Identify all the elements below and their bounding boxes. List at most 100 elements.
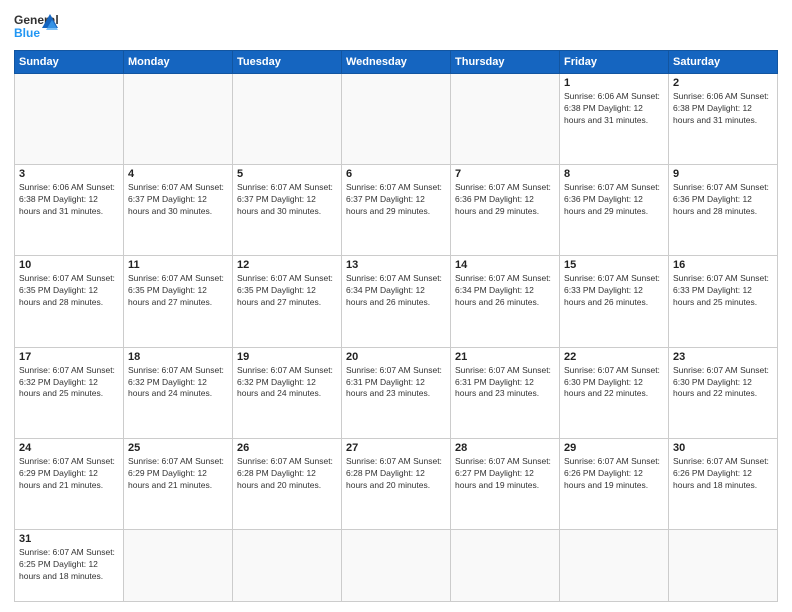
day-info: Sunrise: 6:07 AM Sunset: 6:26 PM Dayligh… xyxy=(564,456,664,492)
day-info: Sunrise: 6:06 AM Sunset: 6:38 PM Dayligh… xyxy=(673,91,773,127)
page: General Blue SundayMondayTuesdayWednesda… xyxy=(0,0,792,612)
calendar-cell xyxy=(124,74,233,165)
calendar-cell xyxy=(560,530,669,602)
day-info: Sunrise: 6:07 AM Sunset: 6:34 PM Dayligh… xyxy=(346,273,446,309)
calendar-cell: 17 Sunrise: 6:07 AM Sunset: 6:32 PM Dayli… xyxy=(15,347,124,438)
calendar-cell: 8 Sunrise: 6:07 AM Sunset: 6:36 PM Daylig… xyxy=(560,165,669,256)
calendar-cell xyxy=(124,530,233,602)
day-info: Sunrise: 6:07 AM Sunset: 6:31 PM Dayligh… xyxy=(455,365,555,401)
day-number: 26 xyxy=(237,442,337,454)
day-number: 15 xyxy=(564,259,664,271)
weekday-header-wednesday: Wednesday xyxy=(342,51,451,74)
day-number: 11 xyxy=(128,259,228,271)
calendar-week-row: 31 Sunrise: 6:07 AM Sunset: 6:25 PM Dayli… xyxy=(15,530,778,602)
calendar-cell: 19 Sunrise: 6:07 AM Sunset: 6:32 PM Dayli… xyxy=(233,347,342,438)
calendar-cell: 9Sunrise: 6:07 AM Sunset: 6:36 PM Daylig… xyxy=(669,165,778,256)
day-info: Sunrise: 6:07 AM Sunset: 6:30 PM Dayligh… xyxy=(564,365,664,401)
day-info: Sunrise: 6:07 AM Sunset: 6:37 PM Dayligh… xyxy=(128,182,228,218)
day-number: 14 xyxy=(455,259,555,271)
day-info: Sunrise: 6:07 AM Sunset: 6:28 PM Dayligh… xyxy=(237,456,337,492)
day-info: Sunrise: 6:07 AM Sunset: 6:25 PM Dayligh… xyxy=(19,547,119,583)
day-info: Sunrise: 6:07 AM Sunset: 6:37 PM Dayligh… xyxy=(237,182,337,218)
day-info: Sunrise: 6:07 AM Sunset: 6:32 PM Dayligh… xyxy=(128,365,228,401)
day-info: Sunrise: 6:07 AM Sunset: 6:32 PM Dayligh… xyxy=(237,365,337,401)
calendar-cell xyxy=(451,74,560,165)
calendar-cell: 6 Sunrise: 6:07 AM Sunset: 6:37 PM Daylig… xyxy=(342,165,451,256)
day-info: Sunrise: 6:07 AM Sunset: 6:30 PM Dayligh… xyxy=(673,365,773,401)
day-info: Sunrise: 6:07 AM Sunset: 6:35 PM Dayligh… xyxy=(19,273,119,309)
day-number: 16 xyxy=(673,259,773,271)
day-number: 19 xyxy=(237,351,337,363)
calendar-cell: 28 Sunrise: 6:07 AM Sunset: 6:27 PM Dayli… xyxy=(451,438,560,529)
day-info: Sunrise: 6:07 AM Sunset: 6:34 PM Dayligh… xyxy=(455,273,555,309)
weekday-header-saturday: Saturday xyxy=(669,51,778,74)
day-info: Sunrise: 6:07 AM Sunset: 6:26 PM Dayligh… xyxy=(673,456,773,492)
calendar-cell xyxy=(342,530,451,602)
day-info: Sunrise: 6:07 AM Sunset: 6:29 PM Dayligh… xyxy=(19,456,119,492)
calendar-cell xyxy=(342,74,451,165)
calendar-cell: 29 Sunrise: 6:07 AM Sunset: 6:26 PM Dayli… xyxy=(560,438,669,529)
day-info: Sunrise: 6:07 AM Sunset: 6:37 PM Dayligh… xyxy=(346,182,446,218)
calendar-table: SundayMondayTuesdayWednesdayThursdayFrid… xyxy=(14,50,778,602)
day-number: 1 xyxy=(564,77,664,89)
calendar-cell: 2Sunrise: 6:06 AM Sunset: 6:38 PM Daylig… xyxy=(669,74,778,165)
day-info: Sunrise: 6:07 AM Sunset: 6:36 PM Dayligh… xyxy=(455,182,555,218)
day-number: 23 xyxy=(673,351,773,363)
calendar-cell: 22Sunrise: 6:07 AM Sunset: 6:30 PM Dayli… xyxy=(560,347,669,438)
weekday-header-sunday: Sunday xyxy=(15,51,124,74)
day-number: 9 xyxy=(673,168,773,180)
logo: General Blue xyxy=(14,10,58,44)
header: General Blue xyxy=(14,10,778,44)
day-info: Sunrise: 6:07 AM Sunset: 6:32 PM Dayligh… xyxy=(19,365,119,401)
day-number: 17 xyxy=(19,351,119,363)
calendar-cell: 1 Sunrise: 6:06 AM Sunset: 6:38 PM Daylig… xyxy=(560,74,669,165)
calendar-cell: 27Sunrise: 6:07 AM Sunset: 6:28 PM Dayli… xyxy=(342,438,451,529)
calendar-cell: 7Sunrise: 6:07 AM Sunset: 6:36 PM Daylig… xyxy=(451,165,560,256)
day-info: Sunrise: 6:06 AM Sunset: 6:38 PM Dayligh… xyxy=(19,182,119,218)
calendar-cell: 11 Sunrise: 6:07 AM Sunset: 6:35 PM Dayli… xyxy=(124,256,233,347)
day-info: Sunrise: 6:07 AM Sunset: 6:35 PM Dayligh… xyxy=(128,273,228,309)
day-info: Sunrise: 6:07 AM Sunset: 6:29 PM Dayligh… xyxy=(128,456,228,492)
logo-icon: General Blue xyxy=(14,10,58,44)
calendar-cell: 21Sunrise: 6:07 AM Sunset: 6:31 PM Dayli… xyxy=(451,347,560,438)
day-number: 31 xyxy=(19,533,119,545)
calendar-cell: 25 Sunrise: 6:07 AM Sunset: 6:29 PM Dayli… xyxy=(124,438,233,529)
day-number: 4 xyxy=(128,168,228,180)
day-number: 24 xyxy=(19,442,119,454)
day-info: Sunrise: 6:07 AM Sunset: 6:33 PM Dayligh… xyxy=(564,273,664,309)
calendar-cell: 26 Sunrise: 6:07 AM Sunset: 6:28 PM Dayli… xyxy=(233,438,342,529)
calendar-week-row: 10 Sunrise: 6:07 AM Sunset: 6:35 PM Dayli… xyxy=(15,256,778,347)
day-info: Sunrise: 6:07 AM Sunset: 6:36 PM Dayligh… xyxy=(564,182,664,218)
day-info: Sunrise: 6:07 AM Sunset: 6:28 PM Dayligh… xyxy=(346,456,446,492)
day-number: 10 xyxy=(19,259,119,271)
calendar-week-row: 1 Sunrise: 6:06 AM Sunset: 6:38 PM Daylig… xyxy=(15,74,778,165)
calendar-cell xyxy=(233,74,342,165)
day-number: 6 xyxy=(346,168,446,180)
calendar-cell: 12Sunrise: 6:07 AM Sunset: 6:35 PM Dayli… xyxy=(233,256,342,347)
day-info: Sunrise: 6:06 AM Sunset: 6:38 PM Dayligh… xyxy=(564,91,664,127)
calendar-cell: 14 Sunrise: 6:07 AM Sunset: 6:34 PM Dayli… xyxy=(451,256,560,347)
day-number: 5 xyxy=(237,168,337,180)
calendar-cell: 31 Sunrise: 6:07 AM Sunset: 6:25 PM Dayli… xyxy=(15,530,124,602)
day-info: Sunrise: 6:07 AM Sunset: 6:27 PM Dayligh… xyxy=(455,456,555,492)
calendar-cell: 30 Sunrise: 6:07 AM Sunset: 6:26 PM Dayli… xyxy=(669,438,778,529)
day-number: 25 xyxy=(128,442,228,454)
calendar-cell: 5 Sunrise: 6:07 AM Sunset: 6:37 PM Daylig… xyxy=(233,165,342,256)
calendar-cell: 20Sunrise: 6:07 AM Sunset: 6:31 PM Dayli… xyxy=(342,347,451,438)
day-number: 8 xyxy=(564,168,664,180)
weekday-header-friday: Friday xyxy=(560,51,669,74)
day-number: 13 xyxy=(346,259,446,271)
day-number: 18 xyxy=(128,351,228,363)
day-number: 12 xyxy=(237,259,337,271)
day-number: 29 xyxy=(564,442,664,454)
day-number: 30 xyxy=(673,442,773,454)
calendar-cell: 3 Sunrise: 6:06 AM Sunset: 6:38 PM Daylig… xyxy=(15,165,124,256)
weekday-header-tuesday: Tuesday xyxy=(233,51,342,74)
weekday-header-monday: Monday xyxy=(124,51,233,74)
calendar-cell xyxy=(233,530,342,602)
day-number: 3 xyxy=(19,168,119,180)
calendar-cell xyxy=(15,74,124,165)
weekday-header-thursday: Thursday xyxy=(451,51,560,74)
calendar-cell xyxy=(451,530,560,602)
day-number: 28 xyxy=(455,442,555,454)
